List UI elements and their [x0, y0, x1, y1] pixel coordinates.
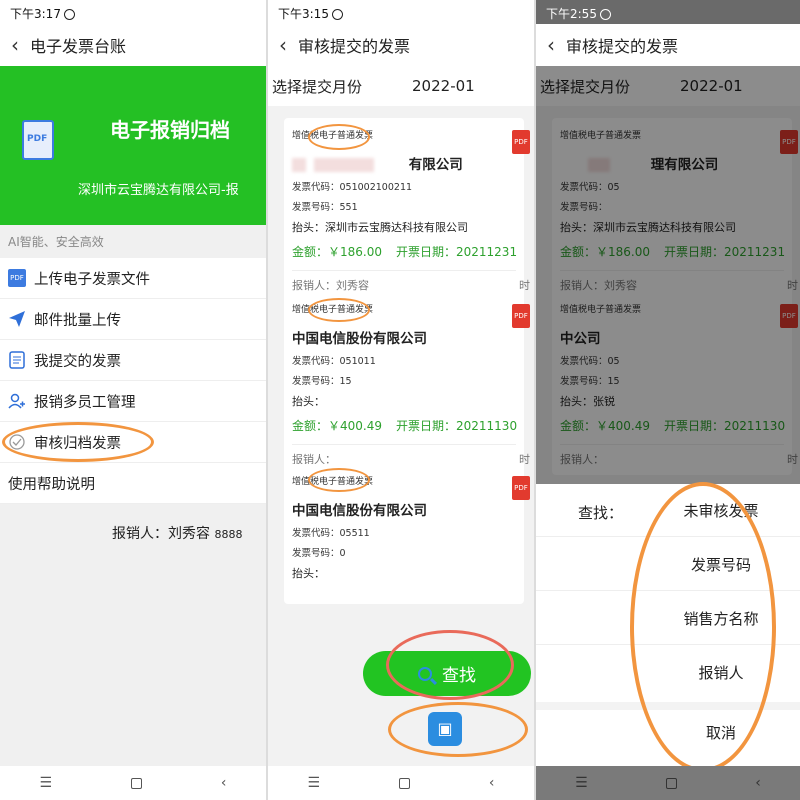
pdf-document-icon: PDF — [22, 114, 60, 160]
pdf-icon: PDF — [512, 476, 530, 500]
title-bar: ‹ 审核提交的发票 — [536, 24, 800, 66]
home-icon[interactable] — [665, 777, 677, 789]
menu-item-my-invoices[interactable]: 我提交的发票 — [0, 340, 266, 381]
month-value[interactable]: 2022-01 — [412, 77, 475, 95]
highlight-ring — [2, 422, 154, 462]
menu-icon[interactable]: ☰ — [575, 775, 588, 791]
back-arrow-icon[interactable]: ‹ — [536, 33, 562, 57]
alarm-icon — [331, 9, 343, 20]
back-icon[interactable]: ‹ — [755, 775, 761, 791]
menu-item-email-upload[interactable]: 邮件批量上传 — [0, 299, 266, 340]
status-bar: 下午2:55 — [536, 0, 800, 24]
highlight-ring — [388, 702, 528, 757]
menu-item-multi-staff[interactable]: 报销多员工管理 — [0, 381, 266, 422]
document-icon — [8, 351, 26, 369]
nav-bar: ☰ ‹ — [536, 766, 800, 800]
back-icon[interactable]: ‹ — [489, 775, 495, 791]
nav-bar: ☰ ‹ — [0, 766, 266, 800]
pdf-icon: PDF — [512, 130, 530, 154]
submitter-info: 报销人：刘秀容 8888 — [112, 526, 243, 542]
paper-plane-icon — [8, 310, 26, 328]
menu-item-upload-invoice[interactable]: PDF 上传电子发票文件 — [0, 258, 266, 299]
status-time: 下午3:17 — [10, 7, 61, 21]
screen-audit-invoices: 下午3:15 ‹ 审核提交的发票 选择提交月份 2022-01 增值税电子普通发… — [268, 0, 534, 800]
page-title: 审核提交的发票 — [298, 37, 411, 56]
main-menu: PDF 上传电子发票文件 邮件批量上传 我提交的发票 报销多员工管理 审核归档发… — [0, 258, 266, 504]
nav-bar: ☰ ‹ — [268, 766, 534, 800]
highlight-ring — [630, 482, 776, 772]
banner-company: 深圳市云宝腾达有限公司-报 — [78, 183, 239, 198]
back-arrow-icon[interactable]: ‹ — [268, 33, 294, 57]
title-bar: ‹ 审核提交的发票 — [268, 24, 534, 66]
highlight-ring — [308, 468, 370, 492]
screen-audit-search-sheet: 下午2:55 ‹ 审核提交的发票 选择提交月份 2022-01 增值税电子普通发… — [536, 0, 800, 800]
title-bar: ‹ 电子发票台账 — [0, 24, 266, 66]
page-title: 电子发票台账 — [30, 37, 127, 56]
sheet-label: 查找： — [578, 504, 624, 522]
menu-icon[interactable]: ☰ — [39, 775, 52, 791]
back-arrow-icon[interactable]: ‹ — [0, 33, 26, 57]
status-bar: 下午3:17 — [0, 0, 266, 24]
screen-invoice-ledger: 下午3:17 ‹ 电子发票台账 PDF 电子报销归档 深圳市云宝腾达有限公司-报… — [0, 0, 266, 800]
pdf-icon: PDF — [8, 269, 26, 287]
banner: PDF 电子报销归档 深圳市云宝腾达有限公司-报 — [0, 66, 266, 225]
month-selector[interactable]: 选择提交月份 2022-01 — [268, 66, 534, 106]
menu-icon[interactable]: ☰ — [307, 775, 320, 791]
home-icon[interactable] — [398, 777, 410, 789]
users-icon — [8, 392, 26, 410]
status-bar: 下午3:15 — [268, 0, 534, 24]
back-icon[interactable]: ‹ — [221, 775, 227, 791]
banner-title: 电子报销归档 — [110, 118, 230, 142]
home-icon[interactable] — [130, 777, 142, 789]
menu-item-help[interactable]: 使用帮助说明 — [0, 463, 266, 504]
highlight-ring — [308, 298, 370, 322]
highlight-ring — [308, 124, 370, 150]
alarm-icon — [63, 9, 75, 20]
alarm-icon — [599, 9, 611, 20]
status-time: 下午3:15 — [278, 7, 329, 21]
page-title: 审核提交的发票 — [566, 37, 679, 56]
highlight-ring — [386, 630, 514, 700]
status-time: 下午2:55 — [546, 7, 597, 21]
tagline: AI智能、安全高效 — [8, 235, 104, 249]
pdf-icon: PDF — [512, 304, 530, 328]
